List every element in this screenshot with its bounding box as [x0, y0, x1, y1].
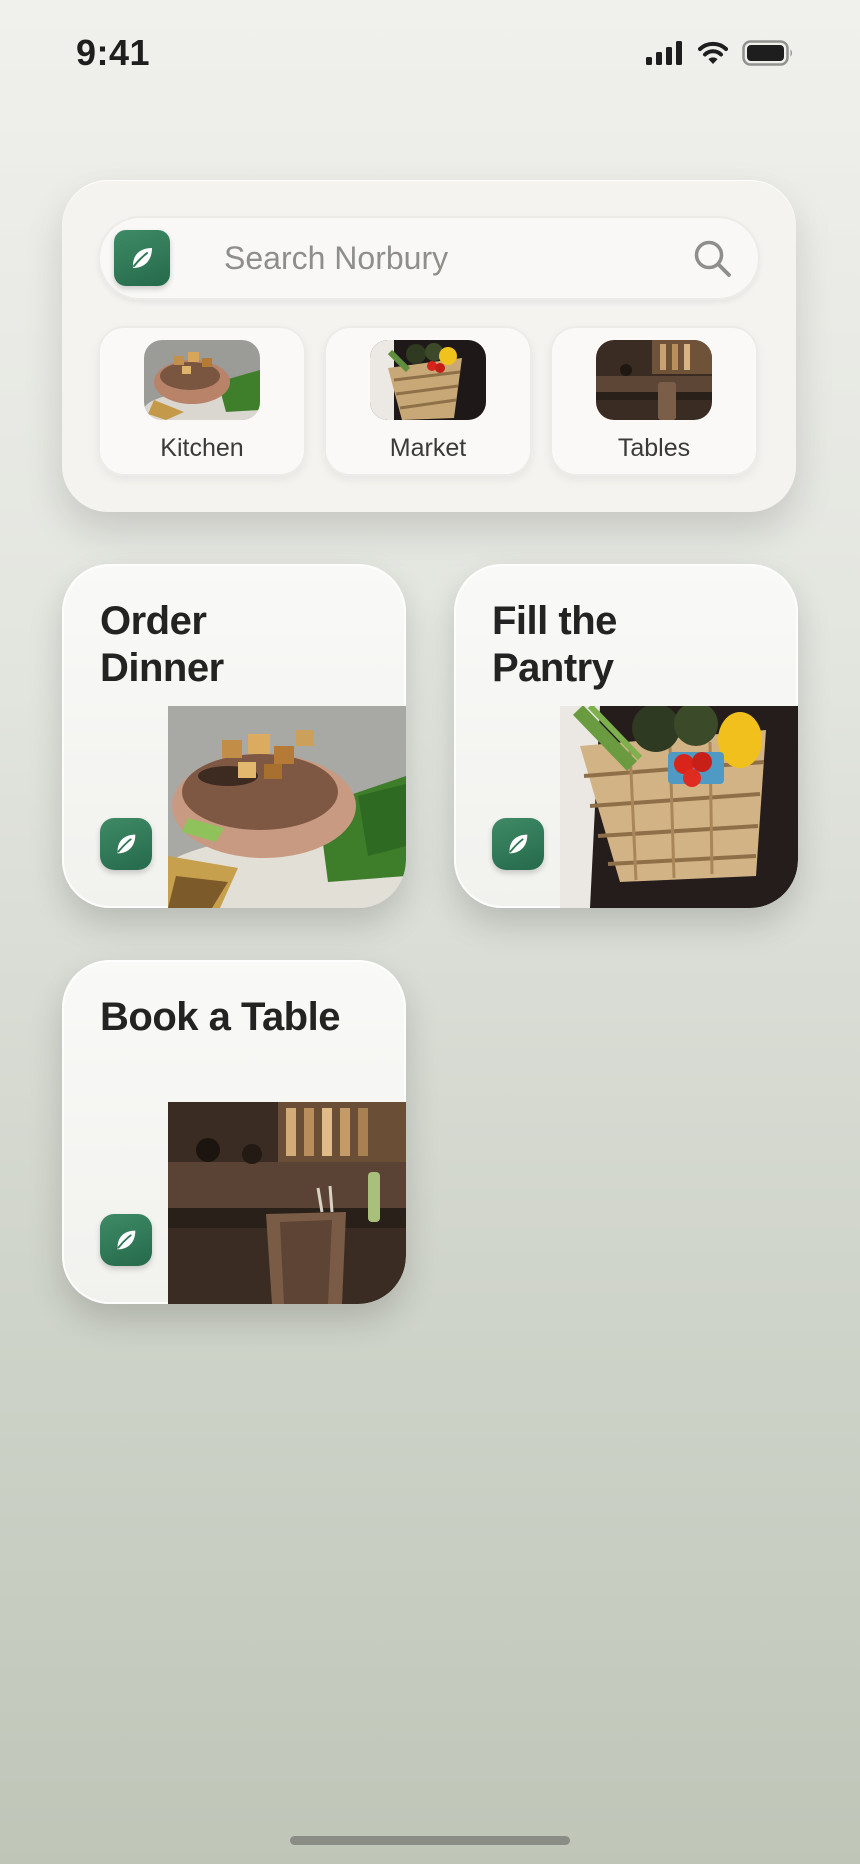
quick-link-label: Tables: [617, 434, 691, 462]
restaurant-photo: [168, 1102, 406, 1304]
quick-link-tables[interactable]: Tables: [550, 326, 758, 476]
pantry-photo: [560, 706, 798, 908]
wifi-icon: [698, 41, 728, 64]
quick-links: Kitchen Market Tables: [98, 326, 758, 476]
kitchen-thumbnail: [144, 340, 260, 420]
order-dinner-card[interactable]: Order Dinner: [62, 564, 406, 908]
search-bar[interactable]: Search Norbury: [98, 216, 760, 300]
status-time: 9:41: [76, 32, 151, 73]
leaf-icon: [117, 834, 136, 854]
quick-link-label: Market: [389, 434, 467, 462]
card-title: Book a Table: [100, 995, 340, 1039]
leaf-icon: [509, 834, 528, 854]
search-icon[interactable]: [692, 238, 734, 280]
home-indicator[interactable]: [290, 1836, 570, 1845]
status-icons: [646, 40, 794, 66]
quick-link-label: Kitchen: [160, 434, 244, 462]
card-logo: [100, 818, 152, 870]
card-logo: [492, 818, 544, 870]
status-bar: 9:41: [0, 0, 860, 110]
book-table-card[interactable]: Book a Table: [62, 960, 406, 1304]
card-title: Fill the Pantry: [492, 599, 617, 690]
fill-pantry-card[interactable]: Fill the Pantry: [454, 564, 798, 908]
search-input[interactable]: Search Norbury: [224, 240, 448, 277]
card-title: Order Dinner: [100, 599, 224, 690]
search-panel: Search Norbury Kitchen Market Tables: [62, 180, 796, 512]
card-logo: [100, 1214, 152, 1266]
market-thumbnail: [370, 340, 486, 420]
tables-thumbnail: [596, 340, 712, 420]
dinner-photo: [168, 706, 406, 908]
battery-icon: [742, 40, 792, 66]
leaf-icon: [132, 248, 152, 268]
quick-link-kitchen[interactable]: Kitchen: [98, 326, 306, 476]
leaf-icon: [117, 1230, 136, 1250]
signal-icon: [646, 41, 682, 65]
quick-link-market[interactable]: Market: [324, 326, 532, 476]
app-logo: [114, 230, 170, 286]
